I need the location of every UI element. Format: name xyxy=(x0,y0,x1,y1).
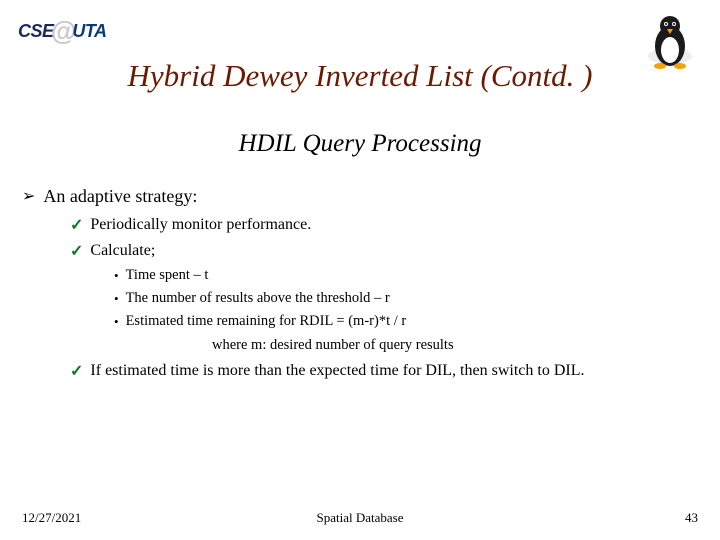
check-icon: ✓ xyxy=(70,242,83,262)
list-item: • Estimated time remaining for RDIL = (m… xyxy=(114,313,698,331)
content-body: ➢ An adaptive strategy: ✓ Periodically m… xyxy=(22,180,698,386)
lvl3-text: Estimated time remaining for RDIL = (m-r… xyxy=(126,313,407,330)
footer-label: Spatial Database xyxy=(22,510,698,526)
dot-icon: • xyxy=(114,313,119,331)
list-item: ✓ Calculate; xyxy=(70,242,698,262)
list-item: • The number of results above the thresh… xyxy=(114,290,698,308)
list-item: ✓ Periodically monitor performance. xyxy=(70,216,698,236)
where-clause: where m: desired number of query results xyxy=(212,337,698,354)
lvl3-text: The number of results above the threshol… xyxy=(126,290,390,307)
logo-uta: UTA xyxy=(72,21,106,41)
lvl1-text: An adaptive strategy: xyxy=(43,186,197,207)
logo-left: CSE@UTA xyxy=(18,16,107,47)
lvl3-text: Time spent – t xyxy=(126,267,209,284)
check-icon: ✓ xyxy=(70,362,83,382)
dot-icon: • xyxy=(114,267,119,285)
lvl2-text: Periodically monitor performance. xyxy=(90,216,311,234)
logo-cse: CSE xyxy=(18,21,54,41)
list-item: ➢ An adaptive strategy: xyxy=(22,186,698,208)
list-item: ✓ If estimated time is more than the exp… xyxy=(70,362,698,382)
lvl2-text: Calculate; xyxy=(90,242,155,260)
dot-icon: • xyxy=(114,290,119,308)
list-item: • Time spent – t xyxy=(114,267,698,285)
arrow-right-icon: ➢ xyxy=(22,186,35,208)
footer: 12/27/2021 Spatial Database 43 xyxy=(22,510,698,526)
check-icon: ✓ xyxy=(70,216,83,236)
lvl2-text: If estimated time is more than the expec… xyxy=(90,362,584,380)
page-title: Hybrid Dewey Inverted List (Contd. ) xyxy=(0,58,720,94)
page-subtitle: HDIL Query Processing xyxy=(0,130,720,158)
